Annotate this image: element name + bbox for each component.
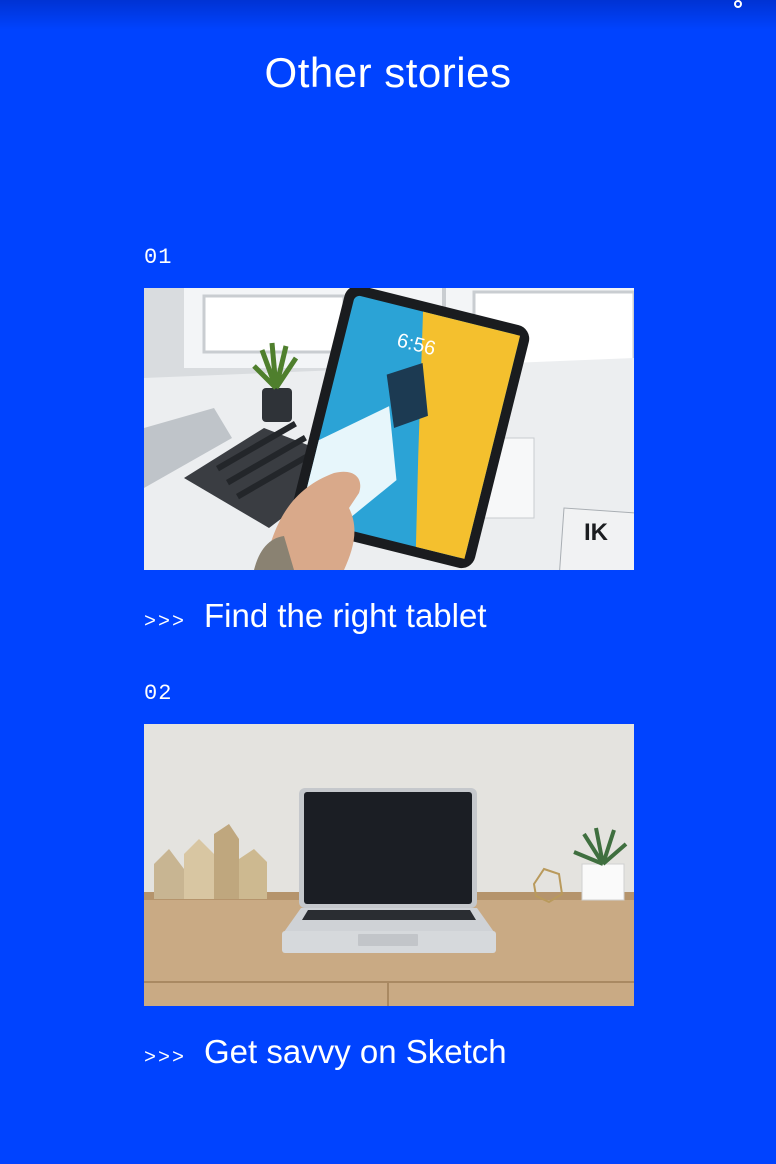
header-shadow: [0, 0, 776, 30]
chevrons-icon: >>>: [144, 611, 187, 634]
chevrons-icon: >>>: [144, 1047, 187, 1070]
story-link-tablet[interactable]: >>> Find the right tablet: [144, 596, 634, 636]
section-title: Other stories: [264, 49, 512, 96]
laptop-photo[interactable]: [144, 724, 634, 1006]
story-link-sketch[interactable]: >>> Get savvy on Sketch: [144, 1032, 634, 1072]
story-number: 01: [144, 245, 173, 270]
svg-text:IK: IK: [584, 519, 609, 546]
tablet-photo[interactable]: IK 6:56: [144, 288, 634, 570]
story-card-tablet: 01 IK 6:56 >>> Find the right tablet: [144, 244, 634, 636]
share-icon[interactable]: [728, 0, 748, 10]
story-title: Get savvy on Sketch: [204, 1033, 507, 1070]
story-number: 02: [144, 681, 173, 706]
story-card-sketch: 02 >>> Get savvy on Sketch: [144, 680, 634, 1072]
story-title: Find the right tablet: [204, 597, 487, 634]
